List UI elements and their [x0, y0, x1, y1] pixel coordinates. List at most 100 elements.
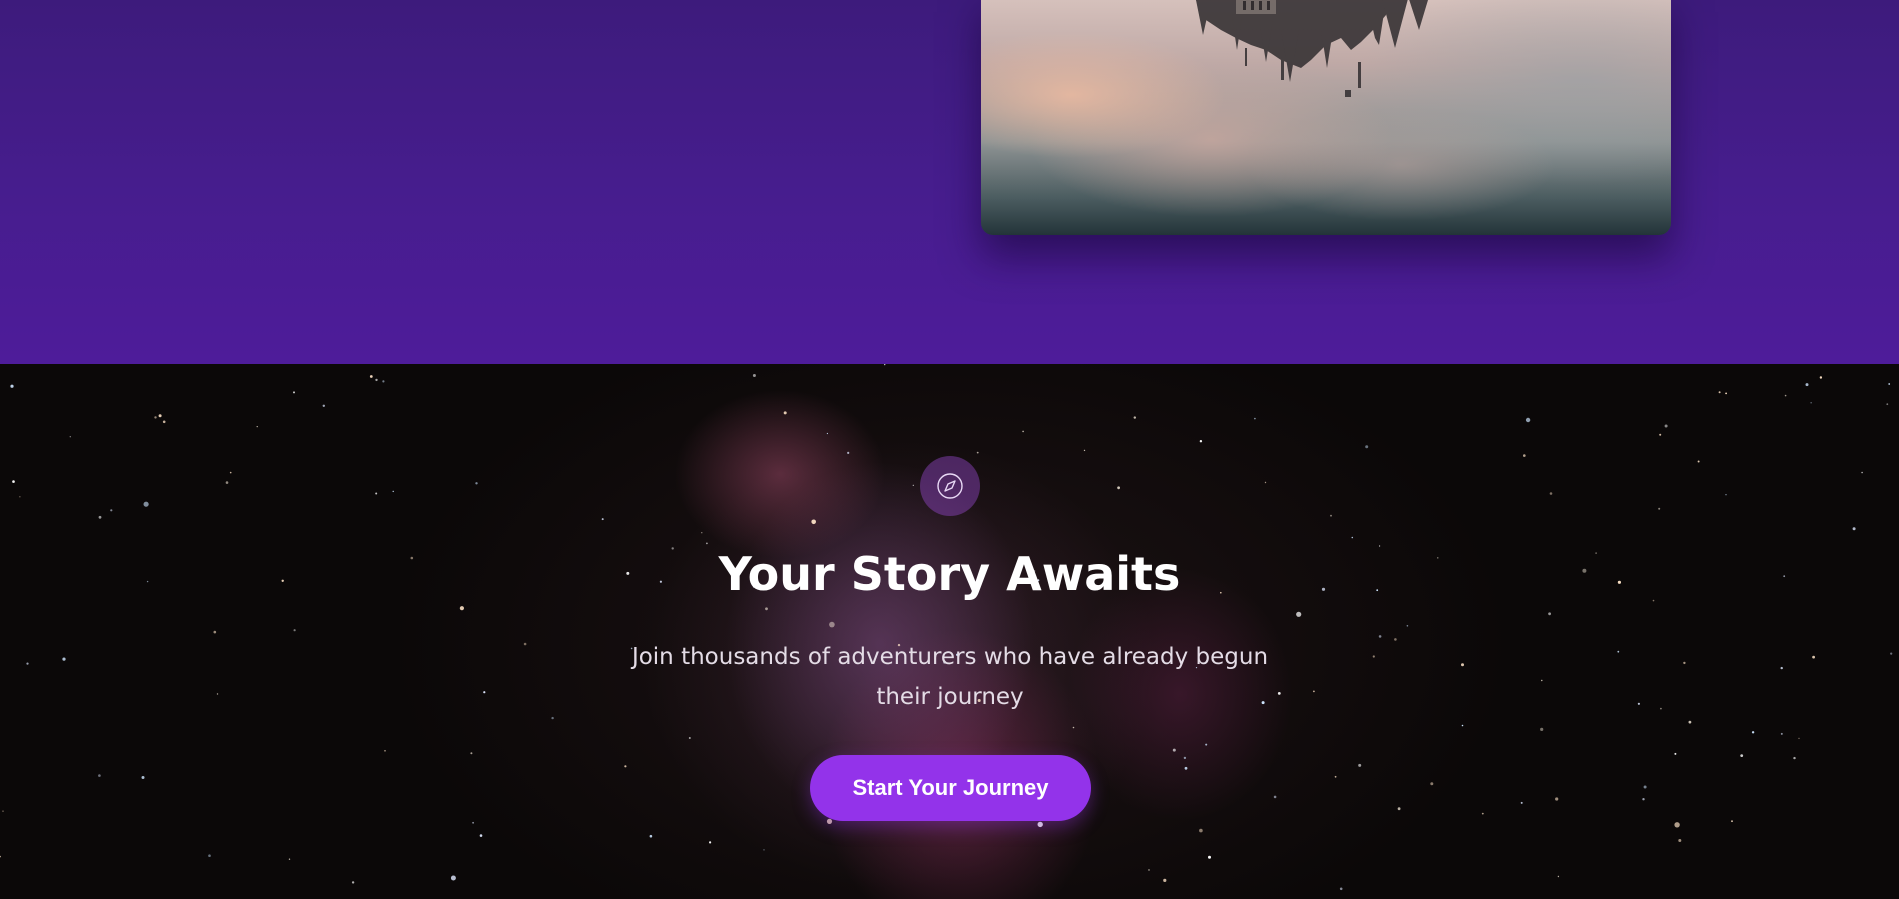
star	[1643, 785, 1647, 789]
star	[293, 629, 296, 632]
star	[1184, 766, 1188, 770]
star	[1697, 460, 1700, 463]
star	[1555, 797, 1559, 801]
star	[1659, 433, 1662, 436]
star	[1296, 611, 1302, 617]
star	[1888, 383, 1891, 385]
star	[1784, 394, 1787, 397]
star	[976, 451, 979, 454]
star	[98, 774, 101, 777]
star	[1117, 486, 1120, 490]
star	[1351, 536, 1354, 539]
star	[1205, 743, 1208, 746]
star	[1674, 822, 1680, 828]
star	[1334, 775, 1337, 778]
star	[1549, 492, 1553, 495]
start-journey-button[interactable]: Start Your Journey	[810, 755, 1091, 821]
star	[1637, 702, 1640, 705]
star	[1313, 690, 1315, 693]
star	[1674, 752, 1677, 755]
star	[1339, 887, 1343, 891]
star	[1664, 424, 1668, 428]
star	[826, 818, 833, 824]
star	[688, 737, 691, 739]
star	[1208, 855, 1211, 859]
star	[649, 834, 653, 838]
star	[158, 414, 162, 418]
star	[1372, 655, 1375, 658]
star	[884, 364, 886, 366]
star	[912, 484, 914, 486]
star	[369, 375, 373, 378]
top-section	[0, 0, 1899, 364]
cta-title: Your Story Awaits	[718, 547, 1181, 601]
star	[1725, 494, 1727, 496]
star	[450, 875, 456, 881]
star	[1199, 828, 1203, 833]
star	[1037, 821, 1043, 828]
star	[1617, 650, 1620, 653]
star	[10, 384, 14, 388]
star	[375, 378, 378, 382]
star	[322, 404, 325, 407]
star	[1525, 417, 1531, 423]
star	[143, 501, 149, 507]
star	[141, 776, 145, 779]
compass-badge	[920, 456, 980, 516]
star	[523, 642, 527, 646]
star	[1072, 726, 1075, 729]
star	[1254, 417, 1256, 420]
star	[811, 519, 816, 525]
star	[459, 606, 464, 611]
star	[826, 432, 829, 435]
star	[351, 881, 355, 884]
star	[479, 834, 483, 837]
star	[62, 657, 66, 661]
star	[2, 810, 4, 812]
star	[392, 490, 394, 493]
star	[624, 765, 627, 768]
star	[475, 482, 478, 485]
star	[1541, 679, 1543, 682]
star	[1397, 807, 1401, 811]
star	[0, 855, 1, 858]
star	[1461, 724, 1464, 727]
star	[98, 515, 102, 519]
star	[1163, 878, 1167, 883]
star	[1523, 454, 1526, 457]
star	[1172, 748, 1176, 752]
star	[1805, 383, 1809, 387]
star	[1810, 402, 1812, 404]
star	[765, 607, 768, 611]
star	[12, 480, 15, 483]
star	[293, 391, 295, 394]
star	[1642, 798, 1645, 801]
star	[551, 716, 554, 720]
star	[1780, 732, 1783, 735]
star	[225, 481, 229, 484]
star	[1751, 731, 1755, 734]
star	[701, 532, 703, 534]
star	[706, 542, 708, 545]
star	[1678, 839, 1682, 842]
star	[1683, 661, 1686, 665]
cta-subtitle: Join thousands of adventurers who have a…	[631, 644, 1269, 710]
star	[1688, 720, 1692, 724]
star	[1548, 612, 1551, 616]
star	[709, 841, 712, 844]
star	[375, 492, 378, 495]
star	[1557, 875, 1560, 878]
star	[256, 426, 258, 428]
star	[763, 849, 765, 851]
star	[1740, 754, 1744, 757]
star	[1520, 801, 1523, 804]
star	[229, 471, 232, 474]
star	[213, 630, 217, 634]
star	[154, 416, 157, 419]
star	[1852, 527, 1856, 531]
star	[1658, 507, 1661, 510]
star	[1725, 392, 1727, 395]
star	[1481, 812, 1484, 815]
cta-section: Your Story Awaits Join thousands of adve…	[0, 364, 1899, 899]
star	[752, 374, 756, 377]
